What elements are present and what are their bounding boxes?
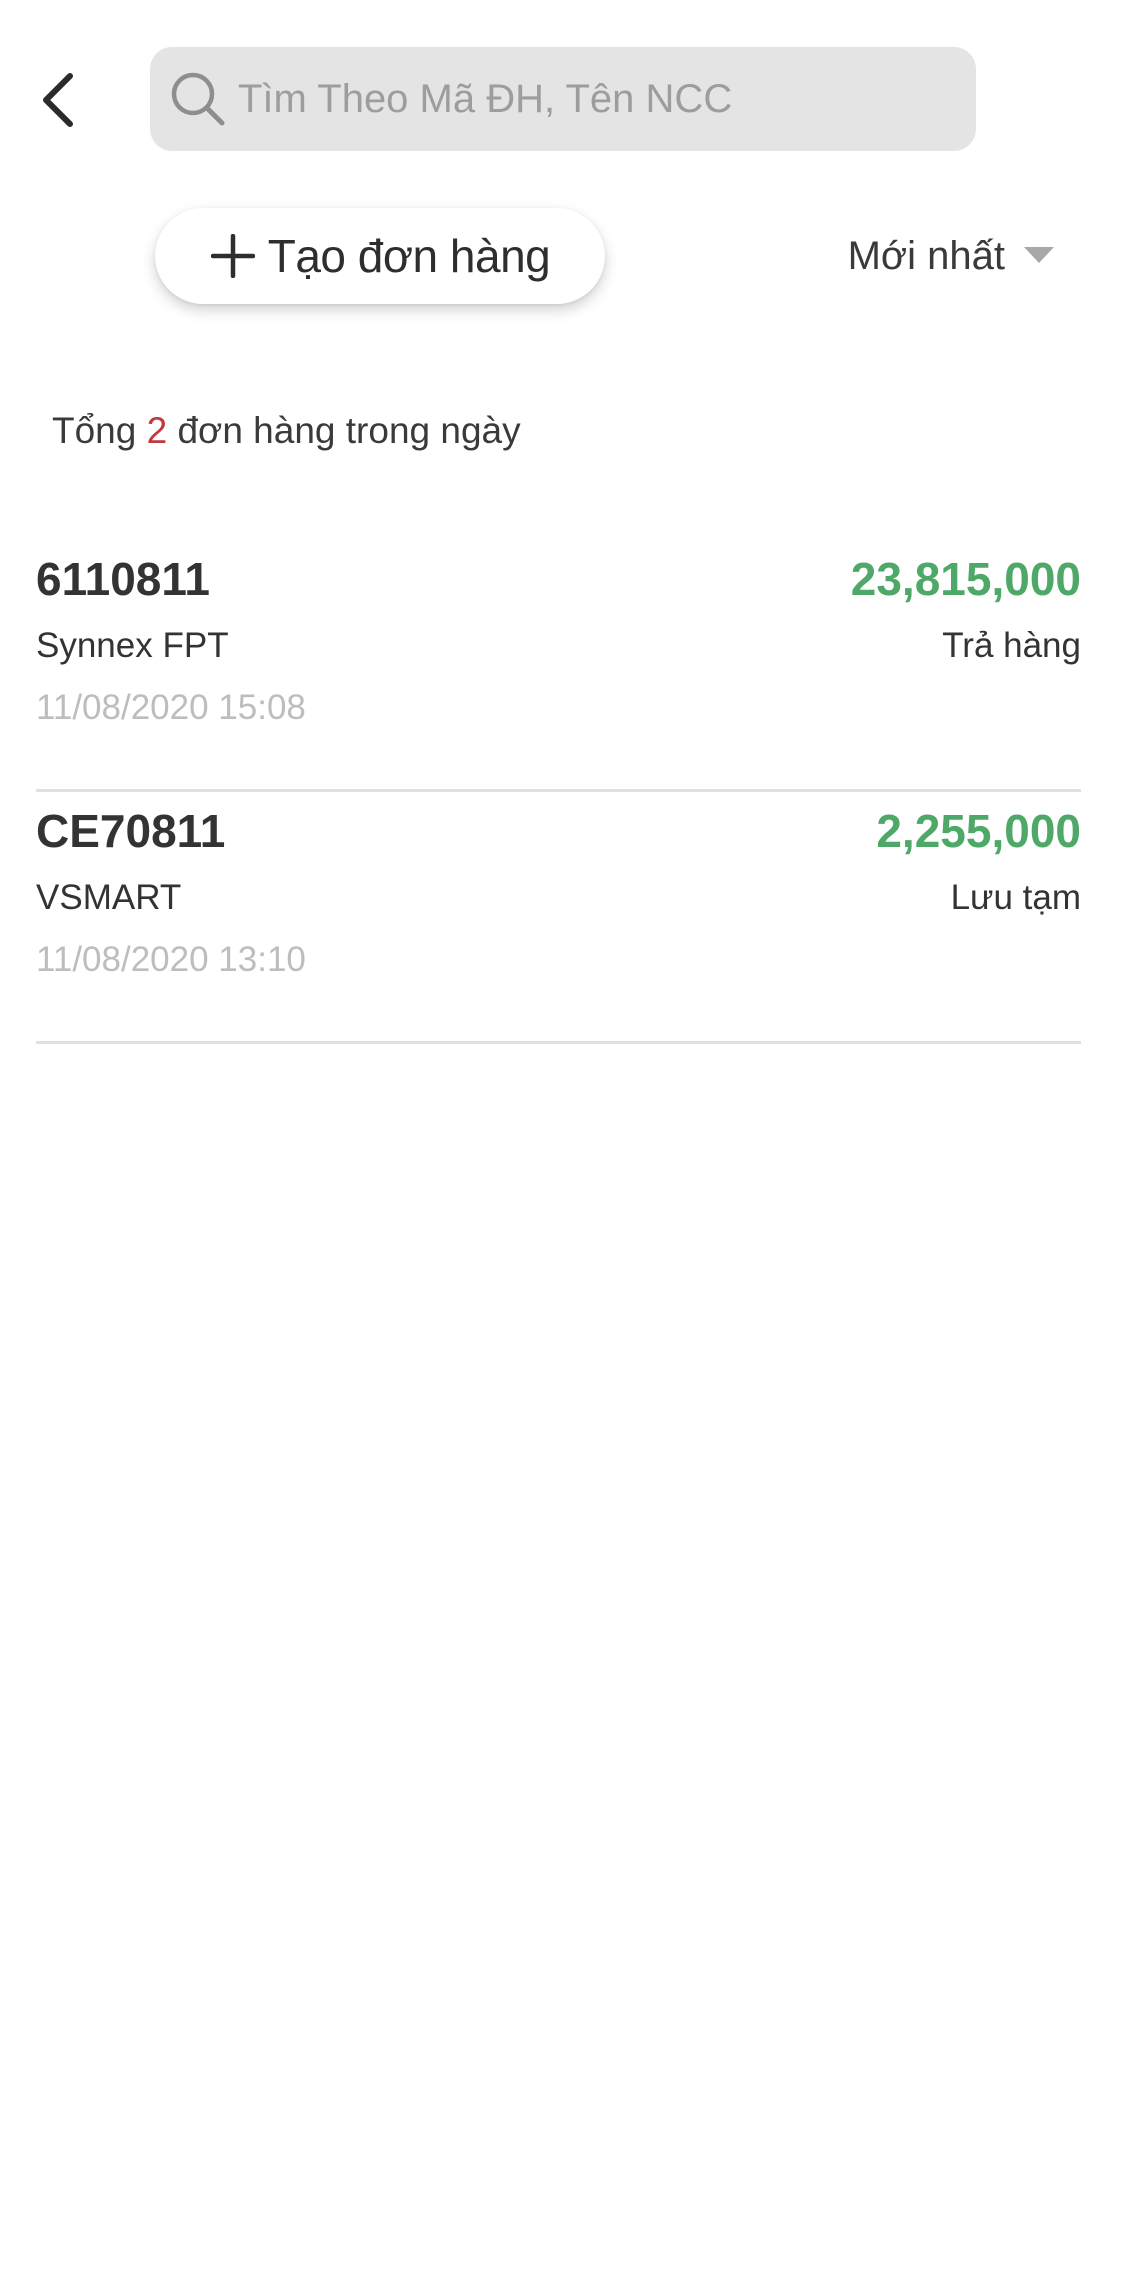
search-icon: [168, 69, 228, 129]
order-list: 6110811 23,815,000 Synnex FPT Trả hàng 1…: [36, 540, 1081, 1044]
sort-dropdown[interactable]: Mới nhất: [848, 218, 1055, 294]
order-status: Trả hàng: [942, 626, 1081, 665]
purchase-orders-screen: Tạo đơn hàng Mới nhất Tổng 2 đơn hàng tr…: [0, 0, 1125, 2292]
create-order-button[interactable]: Tạo đơn hàng: [155, 208, 605, 304]
order-status: Lưu tạm: [950, 878, 1081, 917]
create-order-label: Tạo đơn hàng: [267, 230, 551, 282]
order-time: 11/08/2020 15:08: [36, 688, 306, 727]
order-supplier: Synnex FPT: [36, 626, 229, 665]
order-time: 11/08/2020 13:10: [36, 940, 306, 979]
caret-down-icon: [1023, 246, 1055, 266]
order-row[interactable]: 6110811 23,815,000 Synnex FPT Trả hàng 1…: [36, 540, 1081, 792]
order-amount: 2,255,000: [876, 805, 1081, 857]
order-row[interactable]: CE70811 2,255,000 VSMART Lưu tạm 11/08/2…: [36, 792, 1081, 1044]
order-supplier: VSMART: [36, 878, 182, 917]
order-amount: 23,815,000: [850, 553, 1081, 605]
order-count: 2: [146, 410, 168, 451]
summary-suffix: đơn hàng trong ngày: [177, 410, 521, 451]
plus-icon: [210, 233, 256, 279]
order-code: CE70811: [36, 805, 226, 857]
sort-label: Mới nhất: [847, 233, 1005, 278]
order-code: 6110811: [36, 553, 211, 605]
back-button[interactable]: [28, 60, 88, 140]
summary-prefix: Tổng: [52, 410, 137, 451]
chevron-left-icon: [43, 73, 73, 127]
search-bar[interactable]: [150, 47, 976, 151]
search-input[interactable]: [238, 59, 958, 139]
order-summary: Tổng 2 đơn hàng trong ngày: [52, 410, 521, 452]
